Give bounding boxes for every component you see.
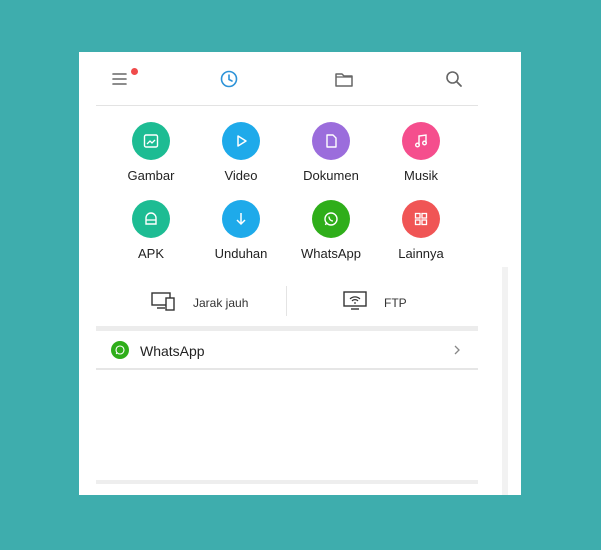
category-unduhan[interactable]: Unduhan xyxy=(196,200,286,261)
music-icon xyxy=(402,122,440,160)
notification-dot xyxy=(131,68,138,75)
image-icon xyxy=(132,122,170,160)
grid-icon xyxy=(402,200,440,238)
folder-icon[interactable] xyxy=(333,68,355,90)
play-icon xyxy=(222,122,260,160)
category-label: Musik xyxy=(404,168,438,183)
category-label: Gambar xyxy=(127,168,175,183)
recent-whatsapp-row[interactable]: WhatsApp xyxy=(96,332,478,368)
file-manager-window: Gambar Video Dokumen Musik APK Unduhan W… xyxy=(79,52,521,495)
remote-access-row: Jarak jauh FTP xyxy=(96,284,478,326)
ftp-monitor-icon xyxy=(342,290,368,317)
category-label: Video xyxy=(224,168,258,183)
category-gambar[interactable]: Gambar xyxy=(106,122,196,183)
recent-whatsapp-label: WhatsApp xyxy=(140,343,205,359)
remote-ftp-label: FTP xyxy=(384,296,407,310)
whatsapp-icon xyxy=(312,200,350,238)
category-video[interactable]: Video xyxy=(196,122,286,183)
section-divider xyxy=(96,326,478,331)
recent-clock-icon[interactable] xyxy=(218,68,240,90)
category-musik[interactable]: Musik xyxy=(376,122,466,183)
category-label: Lainnya xyxy=(398,246,444,261)
scrollbar[interactable] xyxy=(502,267,508,495)
category-lainnya[interactable]: Lainnya xyxy=(376,200,466,261)
category-apk[interactable]: APK xyxy=(106,200,196,261)
remote-jarak-jauh-button[interactable]: Jarak jauh xyxy=(96,284,286,326)
remote-ftp-button[interactable]: FTP xyxy=(287,284,478,326)
file-manager-content: Gambar Video Dokumen Musik APK Unduhan W… xyxy=(96,52,478,495)
chevron-right-icon xyxy=(452,343,462,362)
menu-icon[interactable] xyxy=(110,68,132,90)
category-label: WhatsApp xyxy=(301,246,361,261)
download-icon xyxy=(222,200,260,238)
remote-jarak-jauh-label: Jarak jauh xyxy=(193,296,249,310)
category-whatsapp[interactable]: WhatsApp xyxy=(286,200,376,261)
category-label: Unduhan xyxy=(214,246,268,261)
whatsapp-icon xyxy=(111,341,129,359)
apk-icon xyxy=(132,200,170,238)
category-dokumen[interactable]: Dokumen xyxy=(286,122,376,183)
bottom-divider xyxy=(96,480,478,484)
list-divider xyxy=(96,368,478,370)
devices-icon xyxy=(150,290,176,317)
document-icon xyxy=(312,122,350,160)
category-label: Dokumen xyxy=(303,168,359,183)
search-icon[interactable] xyxy=(443,68,465,90)
top-bar xyxy=(96,52,478,106)
category-label: APK xyxy=(137,246,164,261)
